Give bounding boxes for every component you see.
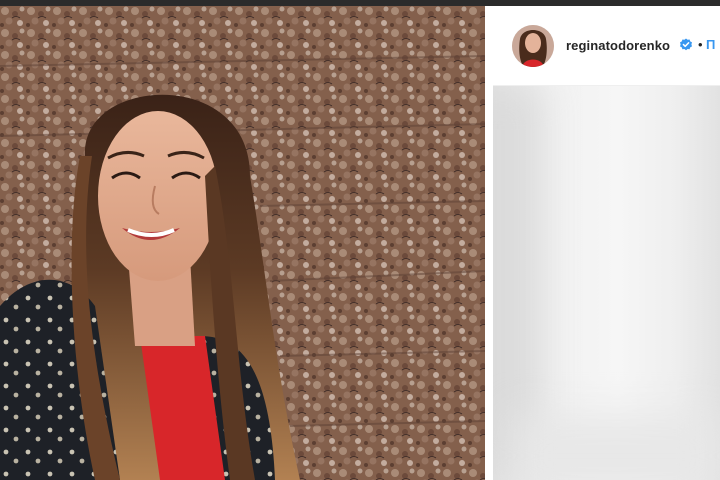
avatar-image [512,25,554,67]
selfie-image [0,6,485,480]
layout-divider [485,6,493,480]
post-photo[interactable] [0,6,485,480]
verified-badge-icon [680,38,692,51]
blurred-region [513,416,720,480]
header-separator: • [698,37,703,52]
avatar[interactable] [512,25,554,67]
post-comments-area [493,86,720,480]
follow-button[interactable]: П [706,37,715,52]
post-header: reginatodorenko • П [493,6,720,86]
username-link[interactable]: reginatodorenko [566,38,670,53]
